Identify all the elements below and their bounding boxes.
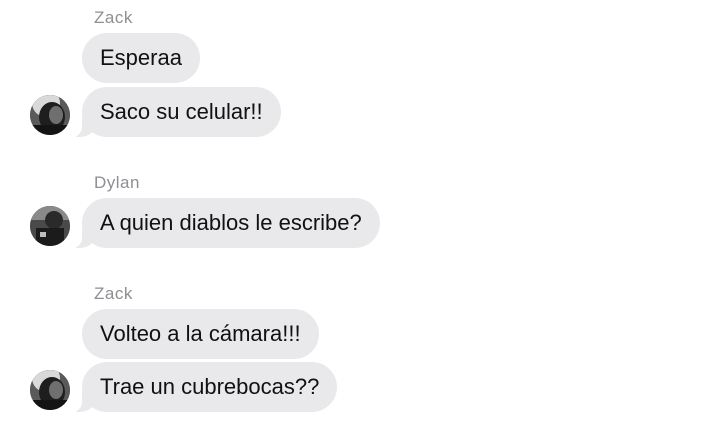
profile-photo-icon xyxy=(30,206,70,246)
sender-name: Dylan xyxy=(94,173,140,192)
avatar-zack[interactable] xyxy=(30,95,70,135)
message-bubble[interactable]: Trae un cubrebocas?? xyxy=(70,362,338,412)
message-text: Trae un cubrebocas?? xyxy=(100,374,320,399)
message-bubble[interactable]: Saco su celular!! xyxy=(70,87,281,137)
message-text: Volteo a la cámara!!! xyxy=(100,321,301,346)
sender-name: Zack xyxy=(94,284,133,303)
avatar-dylan[interactable] xyxy=(30,206,70,246)
sender-name: Zack xyxy=(94,8,133,27)
message-text: A quien diablos le escribe? xyxy=(100,210,362,235)
message-bubble[interactable]: A quien diablos le escribe? xyxy=(70,198,380,248)
message-bubble[interactable]: Volteo a la cámara!!! xyxy=(82,309,319,359)
profile-photo-icon xyxy=(30,95,70,135)
message-text: Esperaa xyxy=(100,45,182,70)
message-bubble[interactable]: Esperaa xyxy=(82,33,200,83)
profile-photo-icon xyxy=(30,370,70,410)
message-text: Saco su celular!! xyxy=(100,99,263,124)
avatar-zack[interactable] xyxy=(30,370,70,410)
